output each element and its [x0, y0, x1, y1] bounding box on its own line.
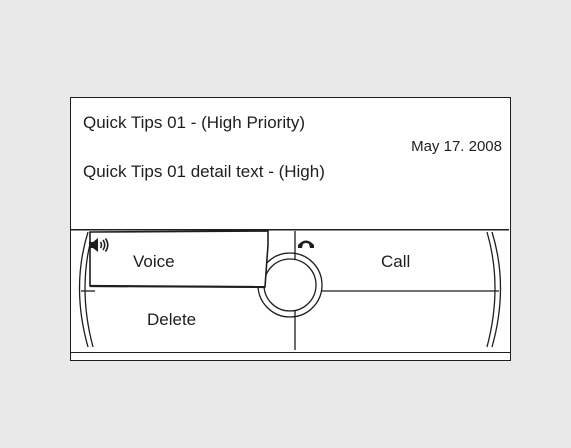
display-screen: Quick Tips 01 - (High Priority) May 17. …: [70, 97, 511, 361]
message-title: Quick Tips 01 - (High Priority): [83, 113, 305, 132]
message-panel: Quick Tips 01 - (High Priority) May 17. …: [71, 98, 510, 229]
call-softkey[interactable]: Call: [297, 238, 497, 286]
voice-softkey[interactable]: Voice: [89, 238, 267, 286]
softkey-panel: Voice Call Delete: [71, 229, 510, 350]
voice-softkey-label: Voice: [133, 252, 175, 271]
call-softkey-label: Call: [381, 252, 411, 271]
bottom-border: [71, 352, 510, 360]
empty-softkey[interactable]: [297, 297, 497, 343]
delete-softkey[interactable]: Delete: [89, 297, 267, 343]
message-detail: Quick Tips 01 detail text - (High): [83, 162, 325, 181]
delete-softkey-label: Delete: [147, 310, 197, 329]
message-date: May 17. 2008: [411, 138, 502, 155]
